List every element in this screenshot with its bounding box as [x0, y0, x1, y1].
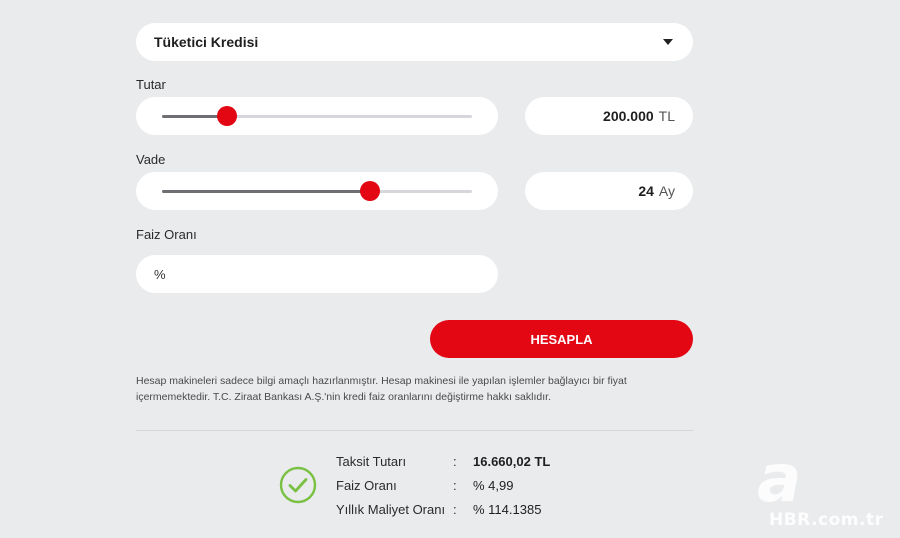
amount-slider-thumb[interactable]: [217, 106, 238, 126]
calculate-button[interactable]: HESAPLA: [430, 320, 693, 358]
term-slider-thumb[interactable]: [359, 181, 380, 201]
amount-slider[interactable]: [136, 97, 498, 135]
caret-down-icon[interactable]: [663, 39, 673, 45]
interest-label: Faiz Oranı: [136, 227, 197, 242]
term-label: Vade: [136, 152, 166, 167]
term-slider[interactable]: [136, 172, 498, 210]
amount-value: 200.000: [603, 108, 654, 124]
term-input[interactable]: 24 Ay: [525, 172, 693, 210]
term-unit: Ay: [658, 183, 675, 199]
loan-type-select[interactable]: Tüketici Kredisi: [136, 23, 693, 61]
check-circle-icon: [279, 466, 317, 504]
amount-slider-track[interactable]: [162, 106, 472, 126]
result-installment-value: 16.660,02 TL: [473, 454, 551, 469]
amount-unit: TL: [658, 108, 675, 124]
result-installment-label: Taksit Tutarı: [336, 454, 407, 469]
interest-input[interactable]: %: [136, 255, 498, 293]
watermark-logo: a: [757, 440, 802, 517]
disclaimer-line-1: Hesap makineleri sadece bilgi amaçlı haz…: [136, 375, 627, 387]
amount-label: Tutar: [136, 77, 166, 92]
divider: [136, 430, 693, 431]
loan-type-value: Tüketici Kredisi: [154, 34, 259, 50]
result-interest-label: Faiz Oranı: [336, 478, 397, 493]
watermark-text: HBR.com.tr: [769, 510, 884, 530]
result-colon: :: [453, 502, 457, 517]
interest-prefix: %: [154, 266, 166, 282]
disclaimer-line-2: içermemektedir. T.C. Ziraat Bankası A.Ş.…: [136, 391, 551, 403]
term-slider-fill: [162, 190, 370, 193]
amount-input[interactable]: 200.000 TL: [525, 97, 693, 135]
result-annual-cost-label: Yıllık Maliyet Oranı: [336, 502, 446, 517]
disclaimer-text: Hesap makineleri sadece bilgi amaçlı haz…: [136, 373, 696, 405]
result-annual-cost-value: % 114.1385: [473, 502, 542, 517]
term-slider-track[interactable]: [162, 181, 472, 201]
result-colon: :: [453, 454, 457, 469]
term-value: 24: [638, 183, 654, 199]
result-colon: :: [453, 478, 457, 493]
result-interest-value: % 4,99: [473, 478, 514, 493]
